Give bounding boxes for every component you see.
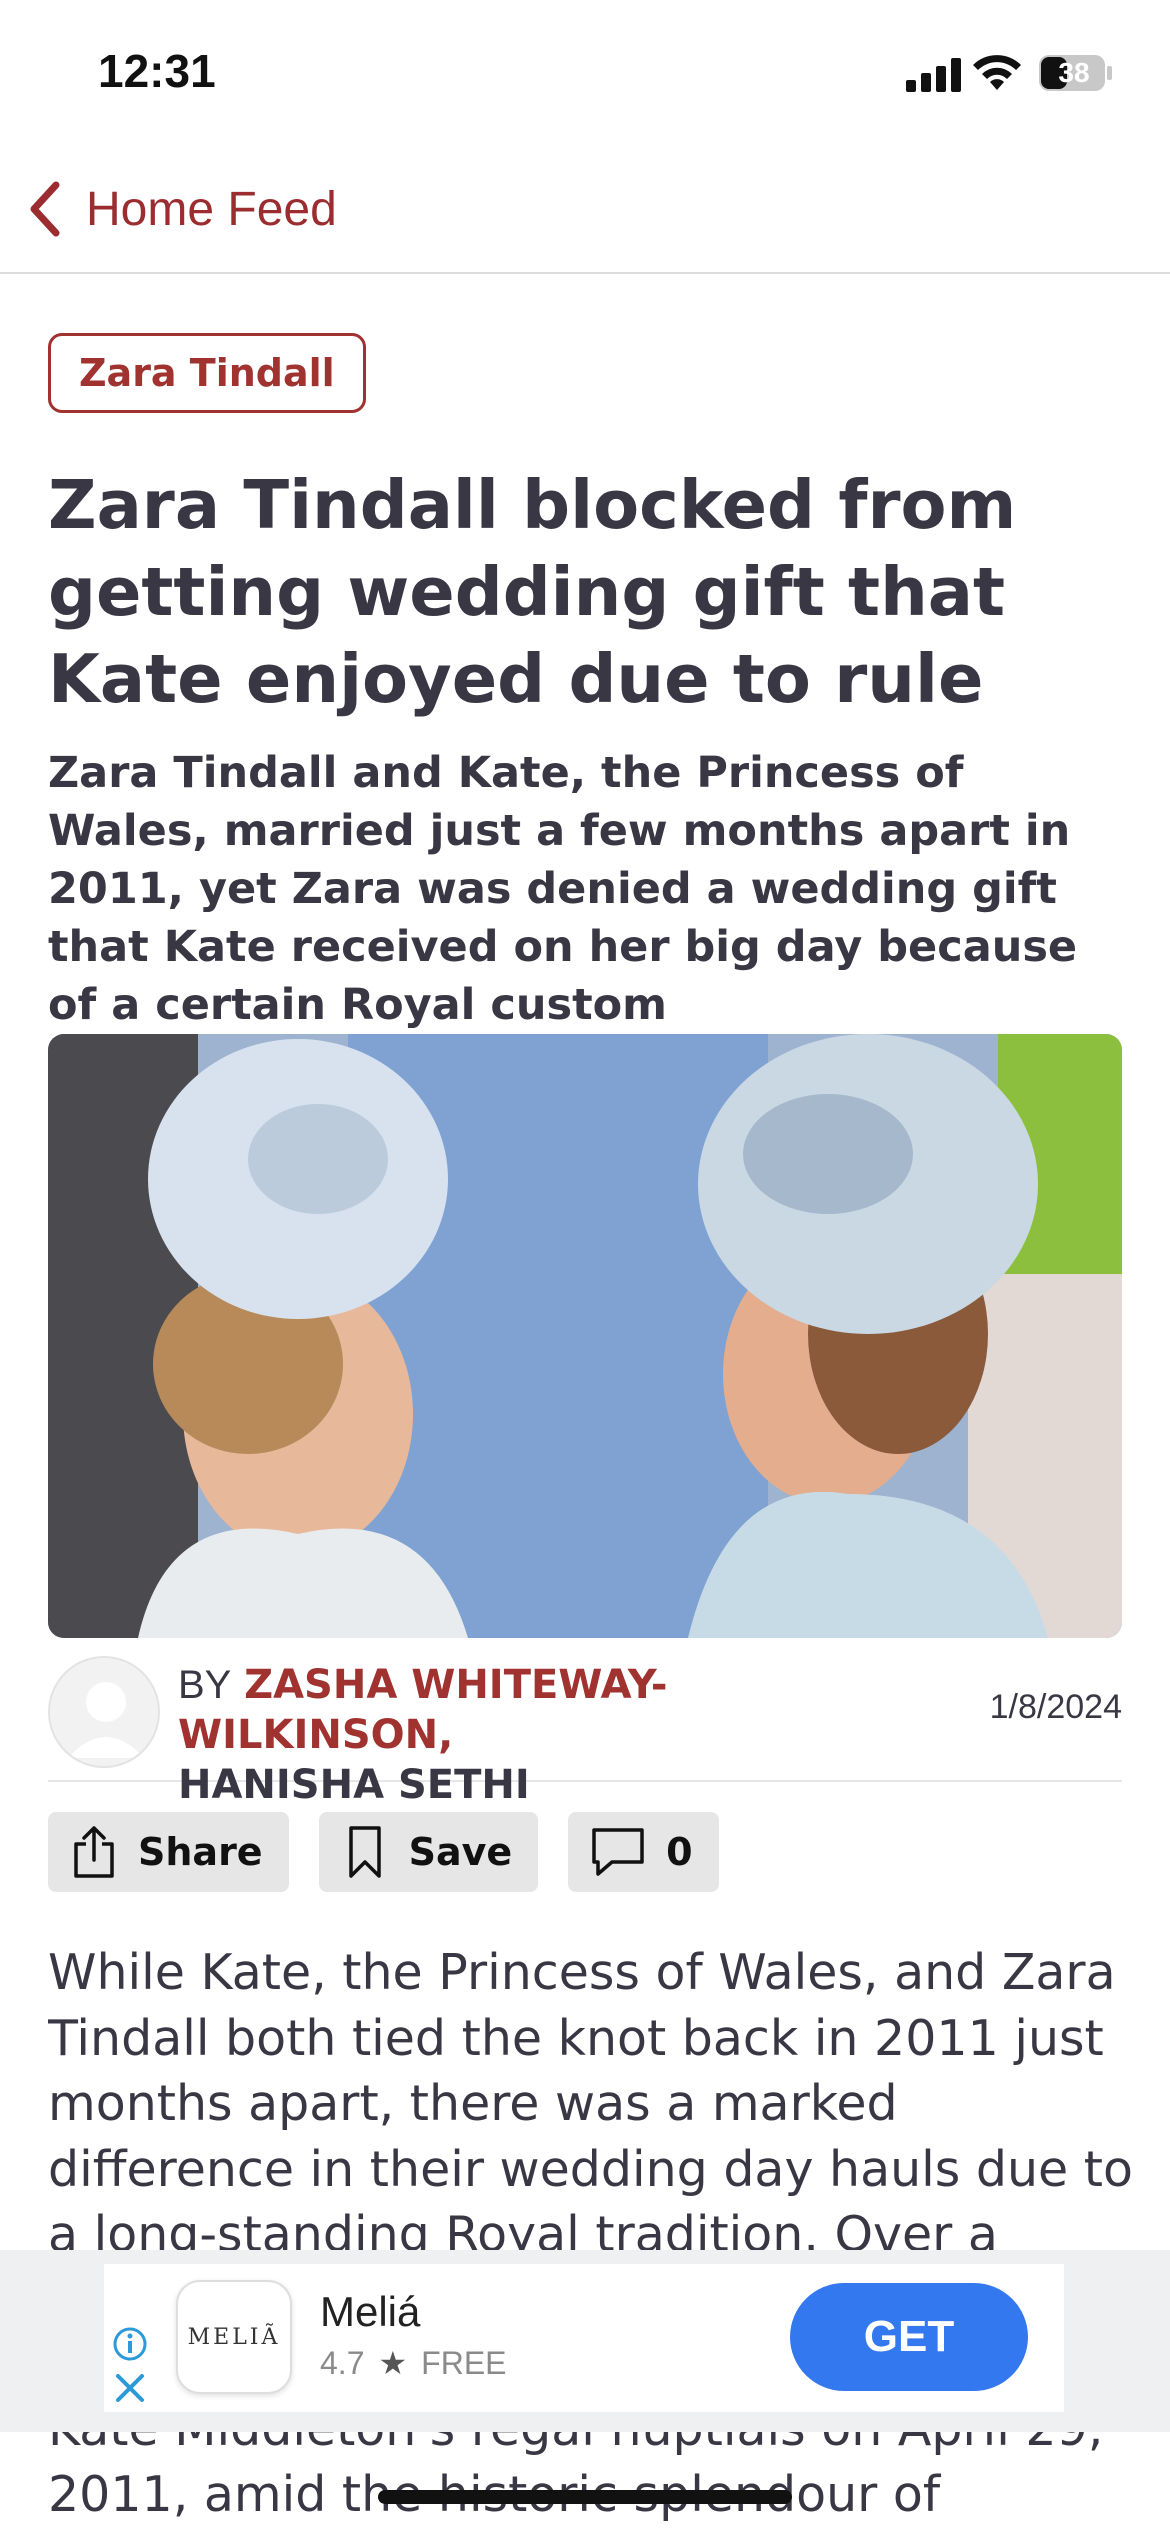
comment-icon <box>592 1828 644 1876</box>
author-link-1[interactable]: ZASHA WHITEWAY-WILKINSON, <box>178 1662 667 1758</box>
cellular-signal-icon <box>906 58 961 92</box>
get-button[interactable]: GET <box>790 2283 1028 2391</box>
save-button-label: Save <box>408 1830 513 1874</box>
battery-icon: 38 <box>1038 54 1114 92</box>
byline: BY ZASHA WHITEWAY-WILKINSON, HANISHA SET… <box>178 1660 898 1810</box>
article-body: While Kate, the Princess of Wales, and Z… <box>48 1944 1133 2250</box>
article-standfirst: Zara Tindall and Kate, the Princess of W… <box>48 748 1078 1030</box>
publish-date: 1/8/2024 <box>989 1688 1122 1726</box>
comments-button[interactable]: 0 <box>568 1812 719 1892</box>
app-name[interactable]: Meliá <box>320 2288 420 2336</box>
byline-prefix: BY <box>178 1663 232 1707</box>
wifi-icon <box>973 55 1021 90</box>
app-meta: 4.7 ★ FREE <box>320 2344 507 2382</box>
battery-level: 38 <box>1058 57 1090 88</box>
share-icon <box>74 1826 114 1878</box>
article-actions: Share Save 0 <box>48 1812 719 1892</box>
back-button[interactable]: Home Feed <box>22 174 337 244</box>
app-price: FREE <box>421 2344 507 2381</box>
comments-count: 0 <box>666 1830 693 1874</box>
nav-bar: Home Feed <box>0 150 1170 274</box>
share-button[interactable]: Share <box>48 1812 289 1892</box>
ad-close-icon[interactable] <box>112 2370 148 2406</box>
save-button[interactable]: Save <box>318 1812 539 1892</box>
bookmark-icon <box>348 1826 381 1878</box>
back-button-label: Home Feed <box>86 182 337 236</box>
author-link-2[interactable]: HANISHA SETHI <box>178 1762 530 1808</box>
topic-tag[interactable]: Zara Tindall <box>48 333 366 413</box>
byline-row: BY ZASHA WHITEWAY-WILKINSON, HANISHA SET… <box>48 1652 1122 1808</box>
app-rating: 4.7 <box>320 2344 365 2381</box>
article-headline: Zara Tindall blocked from getting weddin… <box>48 466 1017 718</box>
ad-info-icon[interactable] <box>112 2326 148 2362</box>
status-bar: 12:31 38 <box>0 0 1170 150</box>
chevron-left-icon <box>30 181 60 237</box>
app-icon[interactable]: MELIÃ <box>176 2280 292 2394</box>
article-body-clip: While Kate, the Princess of Wales, and Z… <box>48 1940 1138 2250</box>
star-icon: ★ <box>378 2345 408 2381</box>
author-avatar <box>48 1656 160 1768</box>
share-button-label: Share <box>138 1830 263 1874</box>
home-indicator[interactable] <box>378 2490 792 2504</box>
hero-image[interactable] <box>48 1034 1122 1638</box>
status-time: 12:31 <box>98 45 216 97</box>
